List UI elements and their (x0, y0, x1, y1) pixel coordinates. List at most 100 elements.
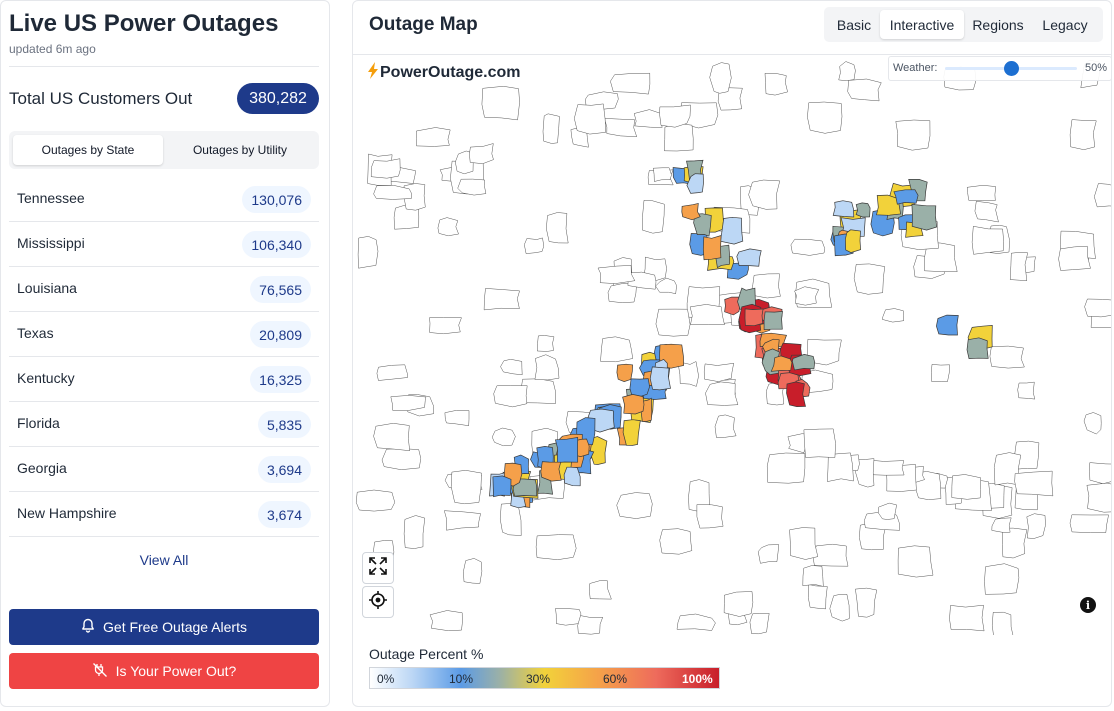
get-outage-alerts-button[interactable]: Get Free Outage Alerts (9, 609, 319, 645)
updated-timestamp: updated 6m ago (9, 42, 96, 56)
county-outline (444, 410, 470, 426)
county-outline (542, 113, 560, 144)
outage-county (911, 204, 938, 231)
outage-county (736, 248, 762, 267)
weather-label: Weather: (893, 62, 938, 74)
county-outline (469, 143, 494, 164)
outage-county (540, 461, 562, 482)
tab-regions[interactable]: Regions (964, 10, 1032, 39)
county-outline (664, 123, 694, 152)
outage-county (966, 337, 989, 359)
county-outline (610, 72, 651, 95)
legend-tick: 0% (377, 672, 395, 686)
county-outline (493, 385, 528, 408)
weather-slider-handle[interactable] (1004, 61, 1019, 76)
county-outline (1083, 412, 1102, 435)
county-outline (847, 78, 882, 102)
state-row-tennessee[interactable]: Tennessee 130,076 (9, 177, 319, 222)
county-outline (1009, 252, 1029, 281)
state-row-kentucky[interactable]: Kentucky 16,325 (9, 357, 319, 402)
county-outline (577, 615, 604, 635)
county-outline (555, 608, 582, 626)
fullscreen-button[interactable] (362, 552, 394, 584)
state-row-texas[interactable]: Texas 20,809 (9, 312, 319, 357)
county-outline (802, 565, 824, 587)
state-name: New Hampshire (17, 505, 117, 521)
tab-basic[interactable]: Basic (828, 10, 880, 39)
no-power-plug-icon (92, 662, 108, 681)
outage-county (492, 475, 512, 498)
county-outline (655, 308, 691, 337)
us-outage-map[interactable] (353, 55, 1112, 635)
outage-map-card: Outage Map Basic Interactive Regions Leg… (352, 0, 1112, 707)
state-row-new-hampshire[interactable]: New Hampshire 3,674 (9, 492, 319, 537)
county-outline (878, 502, 897, 520)
county-outline (931, 364, 950, 382)
legend-tick: 30% (526, 672, 551, 686)
county-outline (705, 381, 739, 406)
fullscreen-icon (368, 556, 388, 581)
outage-county (554, 436, 579, 463)
state-name: Louisiana (17, 280, 77, 296)
state-name: Georgia (17, 460, 67, 476)
county-outline (1002, 527, 1028, 559)
county-outline (808, 584, 828, 610)
tab-interactive[interactable]: Interactive (880, 10, 964, 39)
outage-county (681, 202, 701, 221)
is-your-power-out-button[interactable]: Is Your Power Out? (9, 653, 319, 689)
county-outline (714, 414, 737, 438)
state-row-louisiana[interactable]: Louisiana 76,565 (9, 267, 319, 312)
state-outage-count: 16,325 (250, 366, 311, 393)
county-outline (373, 423, 410, 451)
county-outline (357, 236, 379, 269)
county-outline (1086, 482, 1111, 513)
legend-title: Outage Percent % (369, 646, 484, 662)
tab-outages-by-utility[interactable]: Outages by Utility (165, 135, 315, 165)
state-outage-count: 130,076 (242, 186, 311, 213)
state-row-florida[interactable]: Florida 5,835 (9, 402, 319, 447)
county-outline (853, 263, 886, 295)
county-outline (974, 201, 999, 223)
county-outline (500, 359, 523, 376)
outage-county (832, 200, 855, 218)
tab-outages-by-state[interactable]: Outages by State (13, 135, 163, 165)
county-outline (450, 470, 482, 505)
county-outline (537, 335, 555, 352)
outage-sidebar: Live US Power Outages updated 6m ago Tot… (0, 0, 332, 711)
view-all-link[interactable]: View All (9, 552, 319, 568)
county-outline (437, 217, 459, 237)
state-row-georgia[interactable]: Georgia 3,694 (9, 447, 319, 492)
county-outline (659, 104, 691, 128)
county-outline (655, 277, 677, 295)
county-outline (429, 610, 463, 631)
locate-icon (368, 590, 388, 615)
county-outline (600, 336, 633, 363)
state-name: Mississippi (17, 235, 85, 251)
county-outline (757, 544, 780, 564)
tab-legacy[interactable]: Legacy (1032, 10, 1098, 39)
outage-county (770, 355, 793, 372)
county-outline (483, 288, 520, 311)
county-outline (951, 474, 981, 500)
outage-county (720, 216, 744, 245)
brand-logo: PowerOutage.com (368, 62, 520, 84)
county-outline (463, 558, 483, 584)
county-outline (794, 286, 820, 306)
page-title: Live US Power Outages (9, 10, 279, 37)
county-outline (812, 543, 849, 567)
county-outline (807, 101, 843, 134)
county-outline (381, 448, 422, 470)
locate-button[interactable] (362, 586, 394, 618)
lightning-icon (368, 62, 379, 84)
county-outline (989, 345, 1025, 369)
county-outline (703, 363, 735, 382)
county-outline (499, 503, 522, 536)
state-outage-count: 20,809 (250, 321, 311, 348)
county-outline (895, 119, 931, 151)
county-outlines (355, 59, 1111, 635)
info-icon[interactable]: i (1080, 597, 1096, 613)
state-name: Tennessee (17, 190, 85, 206)
state-row-mississippi[interactable]: Mississippi 106,340 (9, 222, 319, 267)
county-outline (838, 61, 856, 81)
county-outline (642, 200, 665, 234)
